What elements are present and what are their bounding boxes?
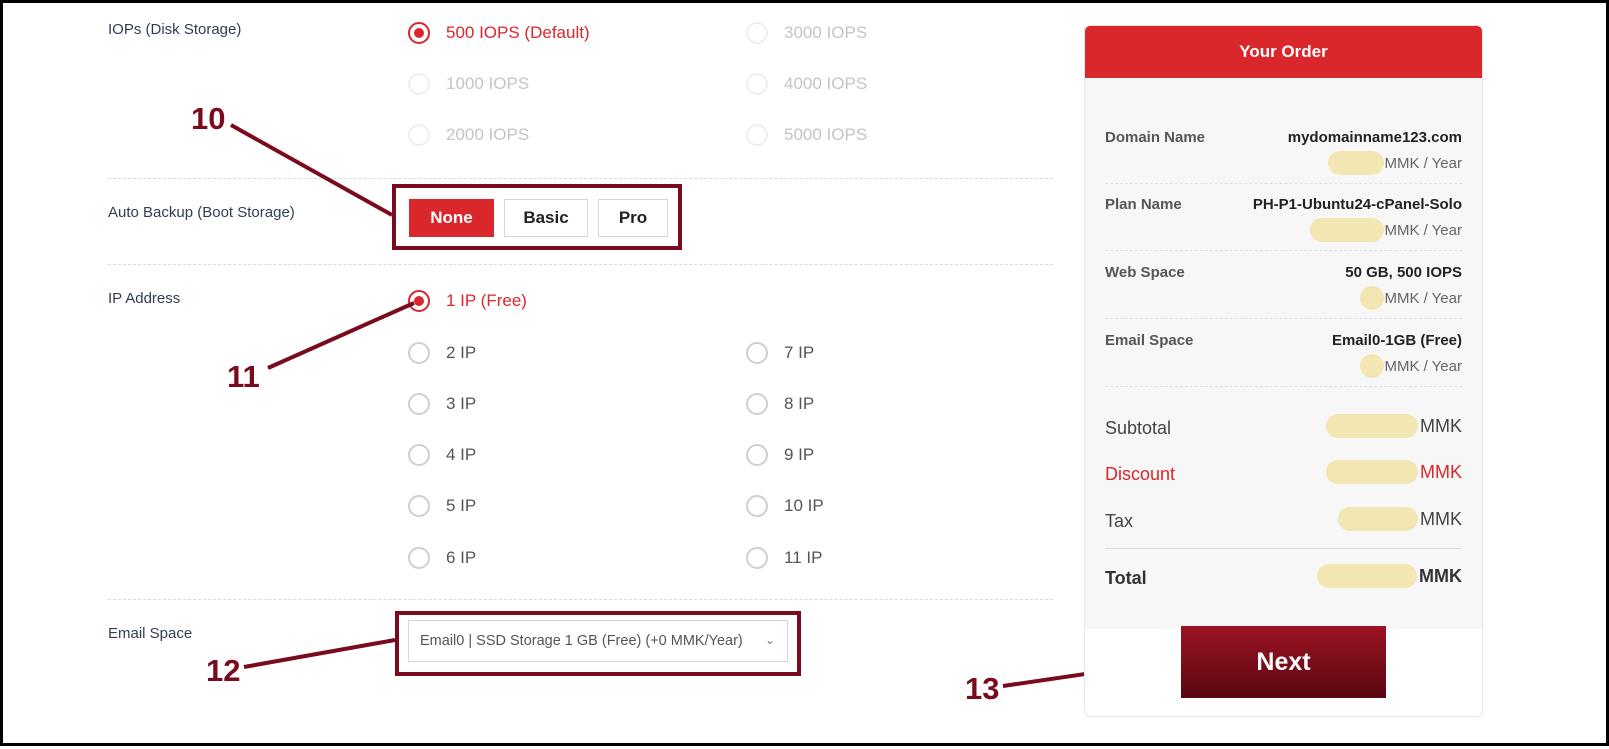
order-row-divider bbox=[1105, 318, 1462, 319]
callout-number-11: 11 bbox=[227, 359, 260, 394]
order-row-divider bbox=[1105, 183, 1462, 184]
redacted-amount bbox=[1338, 507, 1418, 531]
redacted-amount bbox=[1310, 218, 1385, 242]
order-row-value: mydomainname123.com bbox=[1287, 129, 1462, 146]
order-row-unit: MMK / Year bbox=[1384, 289, 1462, 307]
discount-amount: MMK bbox=[1326, 460, 1462, 484]
discount-label: Discount bbox=[1105, 464, 1176, 484]
order-row-divider bbox=[1105, 250, 1462, 251]
order-row-label: Email Space bbox=[1105, 332, 1194, 349]
redacted-amount bbox=[1326, 460, 1418, 484]
order-row-value: PH-P1-Ubuntu24-cPanel-Solo bbox=[1252, 196, 1462, 213]
subtotal-amount: MMK bbox=[1326, 414, 1462, 438]
callout-box-email-space bbox=[395, 611, 801, 676]
callout-box-auto-backup bbox=[392, 184, 682, 250]
order-summary-card: Your Order Domain Name mydomainname123.c… bbox=[1084, 25, 1483, 717]
callout-number-12: 12 bbox=[206, 653, 241, 688]
total-amount: MMK bbox=[1317, 564, 1462, 588]
tax-amount: MMK bbox=[1338, 507, 1462, 531]
callout-line-12 bbox=[243, 638, 396, 669]
total-label: Total bbox=[1105, 568, 1147, 588]
redacted-amount bbox=[1360, 286, 1385, 310]
callout-line-10 bbox=[230, 123, 393, 217]
order-row-unit: MMK / Year bbox=[1384, 221, 1462, 239]
total-divider bbox=[1105, 548, 1462, 549]
order-row-value: 50 GB, 500 IOPS bbox=[1345, 264, 1462, 281]
callout-number-10: 10 bbox=[191, 101, 226, 136]
order-row-label: Web Space bbox=[1105, 264, 1185, 281]
order-body: Domain Name mydomainname123.com MMK / Ye… bbox=[1085, 78, 1482, 629]
order-title: Your Order bbox=[1085, 26, 1482, 78]
callout-number-13: 13 bbox=[965, 671, 1000, 706]
order-row-price: MMK / Year bbox=[1310, 218, 1462, 242]
subtotal-currency: MMK bbox=[1420, 415, 1462, 436]
order-row-divider bbox=[1105, 386, 1462, 387]
order-row-unit: MMK / Year bbox=[1384, 357, 1462, 375]
next-button[interactable]: Next bbox=[1181, 626, 1386, 698]
subtotal-label: Subtotal bbox=[1105, 418, 1172, 438]
order-row-value: Email0-1GB (Free) bbox=[1331, 332, 1462, 349]
discount-currency: MMK bbox=[1420, 461, 1462, 482]
order-row-label: Domain Name bbox=[1105, 129, 1206, 146]
order-row-price: MMK / Year bbox=[1360, 354, 1462, 378]
redacted-amount bbox=[1317, 564, 1417, 588]
order-row-unit: MMK / Year bbox=[1384, 154, 1462, 172]
callout-line-11 bbox=[267, 301, 415, 370]
total-currency: MMK bbox=[1419, 565, 1462, 586]
tax-currency: MMK bbox=[1420, 508, 1462, 529]
order-row-price: MMK / Year bbox=[1328, 151, 1462, 175]
tax-label: Tax bbox=[1105, 511, 1134, 531]
redacted-amount bbox=[1328, 151, 1385, 175]
order-row-price: MMK / Year bbox=[1360, 286, 1462, 310]
redacted-amount bbox=[1326, 414, 1418, 438]
redacted-amount bbox=[1360, 354, 1385, 378]
order-row-label: Plan Name bbox=[1105, 196, 1182, 213]
